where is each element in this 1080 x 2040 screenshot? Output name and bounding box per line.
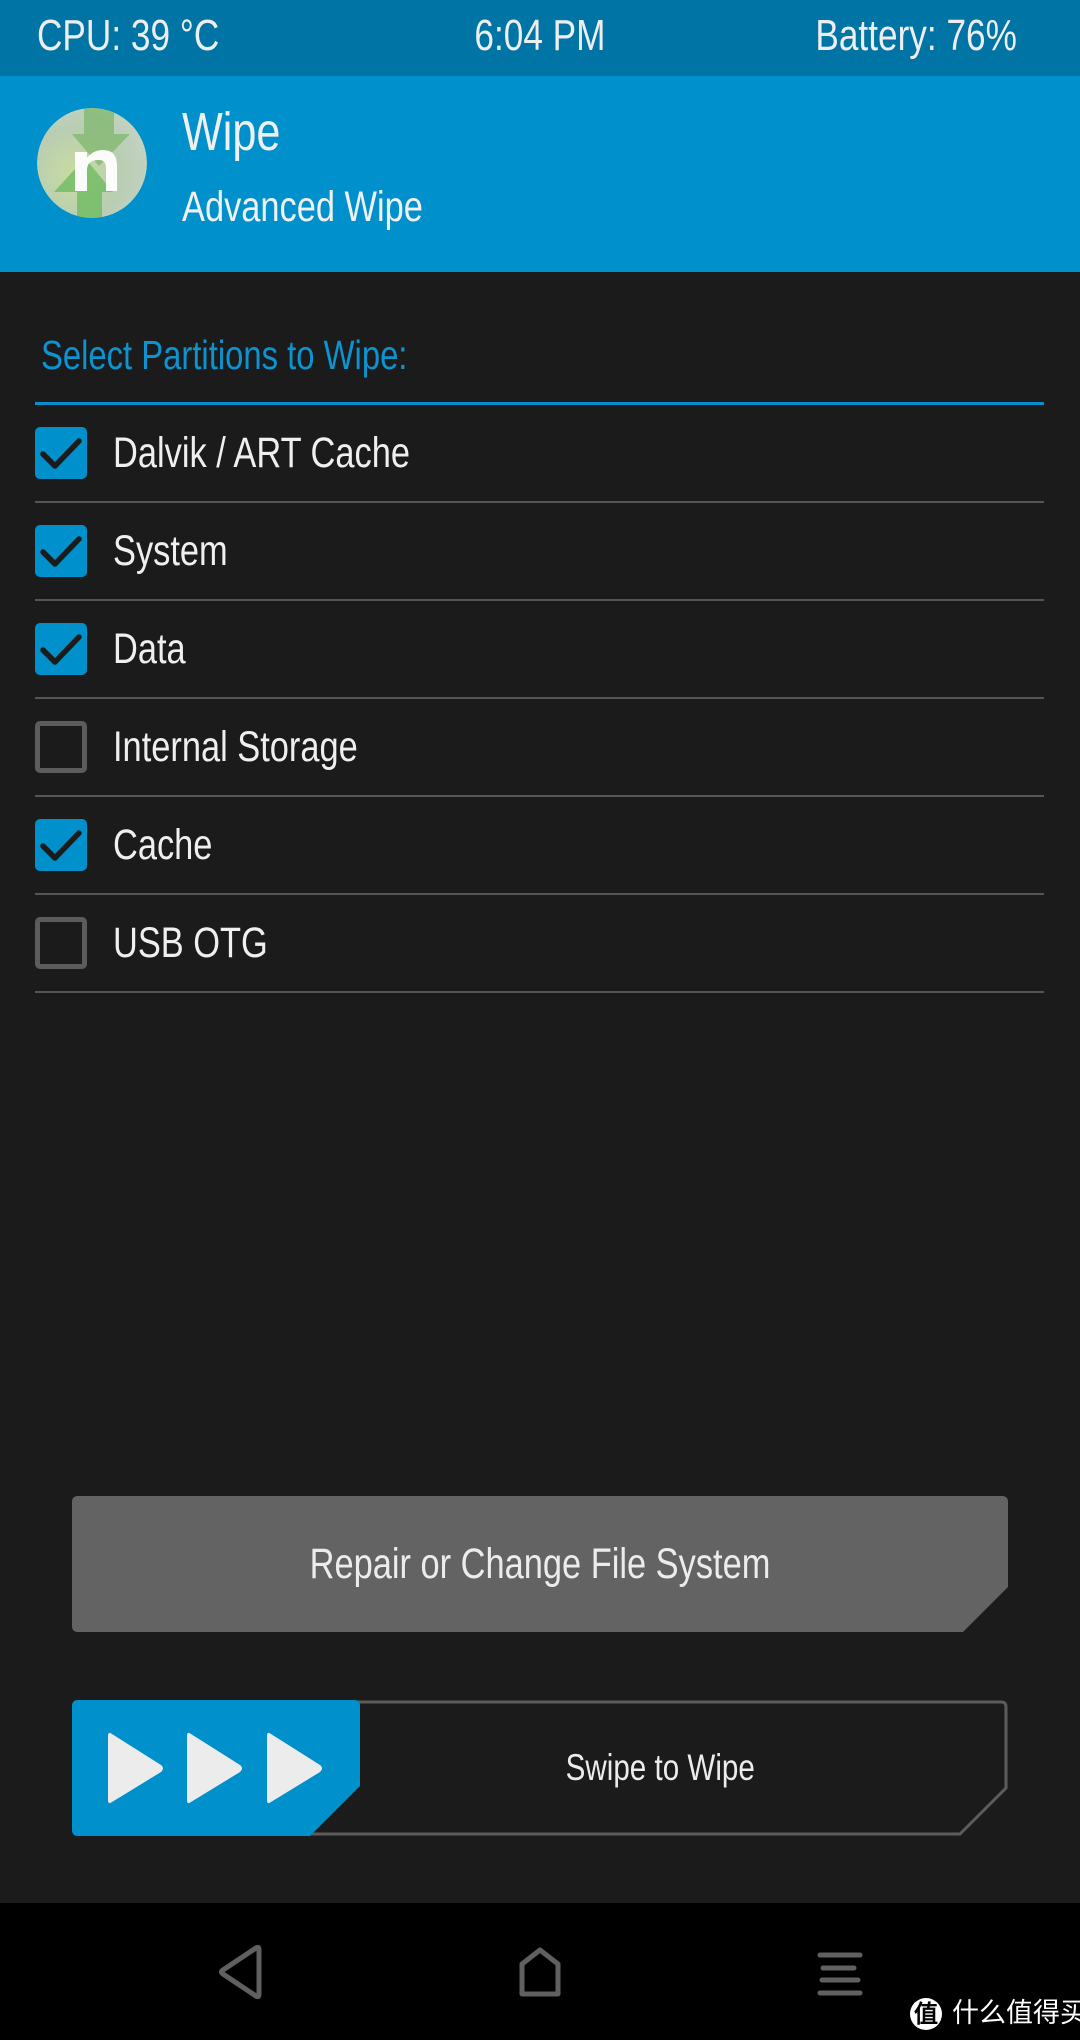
- triple-arrow-icon: [108, 1732, 322, 1804]
- partition-row-usb-otg[interactable]: USB OTG: [35, 895, 1044, 993]
- partition-row-dalvik[interactable]: Dalvik / ART Cache: [35, 405, 1044, 503]
- checkbox-checked[interactable]: [35, 623, 87, 675]
- partition-label: Dalvik / ART Cache: [113, 429, 410, 477]
- watermark-badge-icon: 值: [910, 1998, 942, 2030]
- page-subtitle: Advanced Wipe: [182, 183, 423, 231]
- partition-label: Internal Storage: [113, 723, 358, 771]
- app-header: Wipe Advanced Wipe: [0, 76, 1080, 272]
- checkbox-unchecked[interactable]: [35, 721, 87, 773]
- checkbox-checked[interactable]: [35, 427, 87, 479]
- partition-label: Data: [113, 625, 186, 673]
- home-button[interactable]: [510, 1940, 570, 2000]
- partition-label: Cache: [113, 821, 213, 869]
- back-button[interactable]: [210, 1940, 270, 2000]
- menu-icon: [817, 1952, 863, 1996]
- partition-row-system[interactable]: System: [35, 503, 1044, 601]
- menu-button[interactable]: [810, 1940, 870, 2000]
- twrp-logo-icon: [37, 108, 147, 218]
- status-bar: CPU: 39 °C 6:04 PM Battery: 76%: [0, 0, 1080, 76]
- home-icon: [519, 1947, 561, 1997]
- checkmark-icon: [40, 536, 82, 567]
- row-divider: [35, 991, 1044, 993]
- slider-handle[interactable]: [72, 1700, 360, 1836]
- page-title: Wipe: [182, 102, 281, 162]
- checkbox-checked[interactable]: [35, 819, 87, 871]
- battery-level: Battery: 76%: [815, 11, 1017, 60]
- partition-row-internal-storage[interactable]: Internal Storage: [35, 699, 1044, 797]
- partition-row-cache[interactable]: Cache: [35, 797, 1044, 895]
- checkbox-checked[interactable]: [35, 525, 87, 577]
- partition-label: System: [113, 527, 228, 575]
- partition-label: USB OTG: [113, 919, 268, 967]
- repair-filesystem-button[interactable]: Repair or Change File System: [72, 1496, 1008, 1632]
- watermark-text: 什么值得买: [952, 1998, 1080, 2029]
- back-icon: [219, 1944, 262, 2000]
- section-label: Select Partitions to Wipe:: [41, 332, 408, 378]
- checkmark-icon: [40, 830, 82, 861]
- swipe-to-wipe-label: Swipe to Wipe: [565, 1747, 755, 1788]
- checkmark-icon: [40, 438, 82, 469]
- swipe-to-wipe-slider[interactable]: Swipe to Wipe: [72, 1700, 1008, 1836]
- checkmark-icon: [40, 634, 82, 665]
- repair-filesystem-label: Repair or Change File System: [309, 1540, 771, 1588]
- partition-row-data[interactable]: Data: [35, 601, 1044, 699]
- checkbox-unchecked[interactable]: [35, 917, 87, 969]
